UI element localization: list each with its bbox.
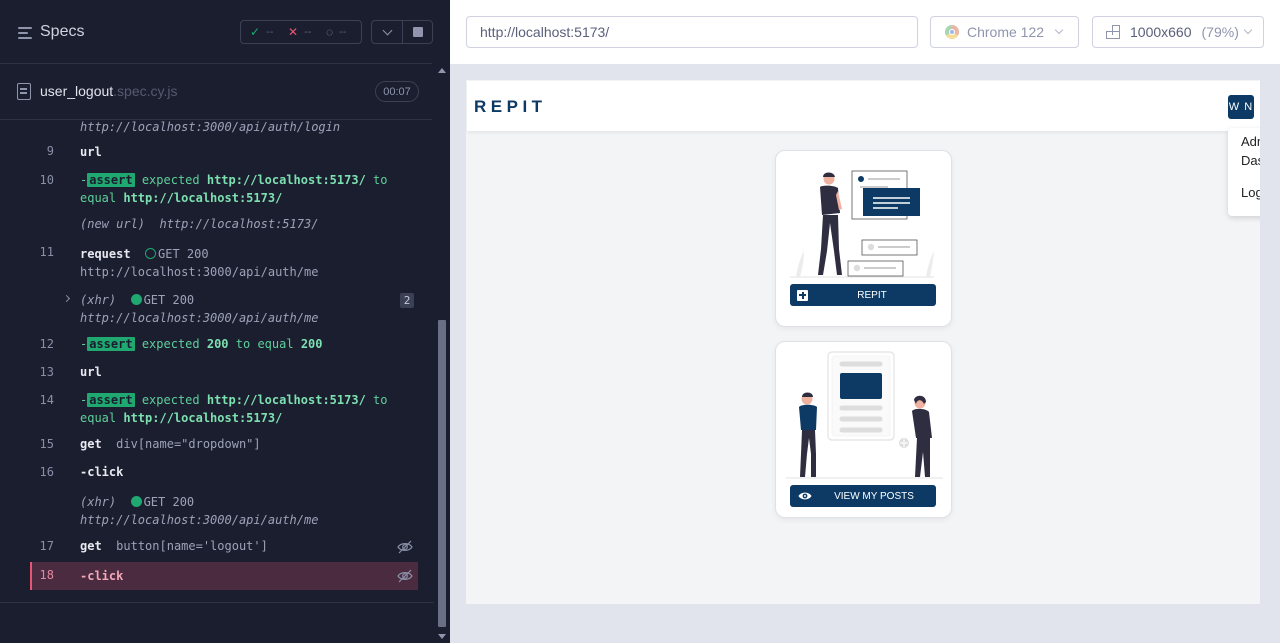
command-number: 13 — [39, 365, 54, 379]
create-repit-button[interactable]: REPIT — [790, 284, 936, 306]
stop-icon — [412, 27, 423, 37]
chevron-down-icon — [1243, 25, 1253, 35]
xhr-status-icon — [130, 496, 142, 507]
view-my-posts-button[interactable]: VIEW MY POSTS — [790, 485, 936, 507]
eye-slash-icon[interactable] — [397, 568, 413, 584]
app-navbar: REPIT W N — [467, 81, 1260, 131]
command-number: 16 — [39, 465, 54, 479]
scroll-down-icon[interactable] — [438, 634, 446, 639]
command-row-active[interactable]: 18 -click — [30, 562, 418, 590]
command-row[interactable]: 14 - assert expected http://localhost:517… — [30, 390, 418, 430]
app-iframe: REPIT W N Adm Das Log — [466, 80, 1260, 604]
spec-file-name[interactable]: user_logout.spec.cy.js — [40, 83, 177, 99]
xhr-row[interactable]: (xhr) GET 200 http://localhost:3000/api/… — [30, 492, 418, 532]
pending-stat: ◌ -- — [326, 25, 347, 39]
command-row[interactable]: 13 url — [30, 362, 418, 382]
browser-label: Chrome 122 — [967, 24, 1045, 40]
view-posts-card[interactable]: VIEW MY POSTS — [775, 341, 952, 518]
preview-toolbar: http://localhost:5173/ Chrome 122 1000x6… — [450, 0, 1280, 64]
command-name: url — [80, 145, 102, 159]
command-row[interactable]: 12 - assert expected 200 to equal 200 — [30, 334, 418, 354]
chevron-down-icon — [382, 25, 392, 35]
user-dropdown-menu: Adm Das Log — [1228, 128, 1260, 216]
command-row[interactable]: 17 get button[name='logout'] — [30, 536, 418, 558]
viewport-size: 1000x660 — [1130, 24, 1192, 40]
log-scrollbar[interactable] — [436, 64, 448, 643]
viewport-zoom: (79%) — [1201, 24, 1239, 40]
xhr-count-badge: 2 — [400, 293, 414, 308]
user-avatar-dropdown[interactable]: W N — [1228, 95, 1254, 119]
xhr-status-icon — [130, 294, 142, 305]
passed-stat: ✓ -- — [250, 25, 274, 39]
specs-header: Specs ✓ -- ✕ -- ◌ -- — [0, 0, 433, 64]
eye-slash-icon[interactable] — [397, 539, 413, 555]
command-number: 9 — [46, 144, 54, 158]
dropdown-item-logout[interactable]: Log — [1241, 183, 1260, 202]
xhr-row[interactable]: (xhr) GET 200 http://localhost:3000/api/… — [30, 290, 418, 330]
chrome-icon — [945, 25, 959, 39]
file-icon — [17, 83, 31, 100]
people-with-phone-illustration — [786, 351, 943, 479]
command-list: http://localhost:3000/api/auth/login 9 u… — [0, 120, 432, 602]
command-number: 17 — [39, 539, 54, 553]
previous-url-text: http://localhost:3000/api/auth/login — [80, 120, 341, 134]
command-row[interactable]: 15 get div[name="dropdown"] — [30, 434, 418, 454]
specs-list-icon[interactable] — [18, 27, 32, 39]
spec-duration: 00:07 — [375, 81, 419, 102]
command-number: 12 — [39, 337, 54, 351]
expand-caret-icon[interactable] — [62, 294, 71, 303]
stop-button[interactable] — [402, 20, 433, 44]
url-field[interactable]: http://localhost:5173/ — [466, 16, 918, 48]
command-row[interactable]: 10 - assert expected http://localhost:517… — [30, 170, 418, 210]
viewport-selector[interactable]: 1000x660 (79%) — [1092, 16, 1264, 48]
dropdown-item-dashboard[interactable]: Das — [1241, 151, 1260, 170]
command-number: 10 — [39, 173, 54, 187]
chevron-down-icon — [1054, 25, 1064, 35]
options-dropdown-button[interactable] — [371, 20, 403, 44]
brand-logo[interactable]: REPIT — [474, 97, 547, 117]
scrollbar-thumb[interactable] — [438, 320, 446, 627]
log-footer — [0, 602, 434, 643]
command-number: 14 — [39, 393, 54, 407]
command-row[interactable]: 11 request GET 200 http://localhost:3000… — [30, 244, 418, 284]
command-row[interactable]: 16 -click — [30, 462, 418, 482]
command-continuation: http://localhost:3000/api/auth/login — [30, 120, 418, 134]
command-log-panel: Specs ✓ -- ✕ -- ◌ -- user_logout.spec.cy.js… — [0, 0, 450, 643]
command-row[interactable]: 9 url — [30, 142, 418, 162]
browser-selector[interactable]: Chrome 122 — [930, 16, 1079, 48]
test-stats: ✓ -- ✕ -- ◌ -- — [240, 20, 362, 44]
assert-badge: assert — [87, 337, 135, 351]
assert-badge: assert — [87, 173, 135, 187]
plus-square-icon — [797, 289, 808, 301]
ruler-icon — [1106, 25, 1120, 39]
specs-title[interactable]: Specs — [40, 23, 84, 41]
command-number: 15 — [39, 437, 54, 451]
create-repit-card[interactable]: REPIT — [775, 150, 952, 327]
request-status-icon — [145, 248, 157, 259]
assert-badge: assert — [87, 393, 135, 407]
eye-icon — [798, 492, 812, 500]
command-number: 11 — [39, 245, 54, 259]
command-number: 18 — [39, 568, 54, 582]
spec-file-header[interactable]: user_logout.spec.cy.js — [0, 64, 432, 120]
person-with-documents-illustration — [790, 170, 934, 278]
scroll-up-icon[interactable] — [438, 68, 446, 73]
app-preview-panel: http://localhost:5173/ Chrome 122 1000x6… — [450, 0, 1280, 643]
dropdown-item-admin[interactable]: Adm — [1241, 132, 1260, 151]
failed-stat: ✕ -- — [288, 25, 312, 39]
command-event: (new url) http://localhost:5173/ — [80, 217, 319, 231]
